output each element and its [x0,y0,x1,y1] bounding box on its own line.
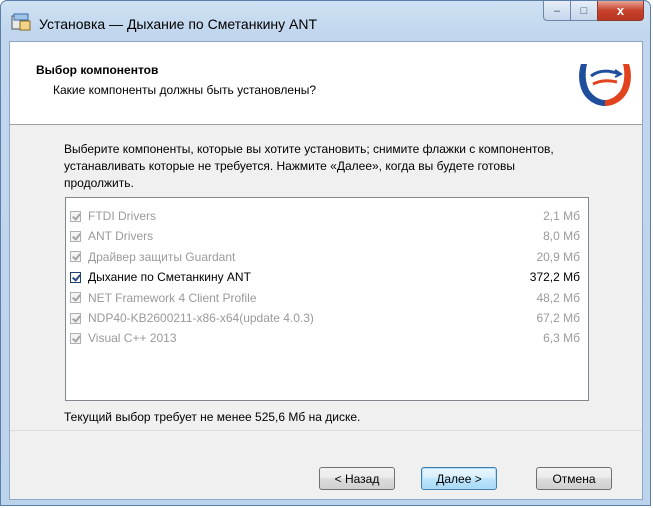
close-button[interactable]: x [597,1,644,21]
minimize-icon: – [553,4,561,17]
button-bar: < Назад Далее > Отмена [10,430,642,500]
component-name: Дыхание по Сметанкину ANT [88,270,251,285]
wizard-header: Выбор компонентов Какие компоненты должн… [10,42,642,125]
component-name: Visual C++ 2013 [88,331,177,346]
title-bar[interactable]: Установка — Дыхание по Сметанкину ANT – … [1,1,650,41]
component-row: Visual C++ 2013 6,3 Мб [70,328,580,348]
component-size: 48,2 Мб [536,290,580,305]
component-size: 8,0 Мб [543,229,580,244]
component-row: NDP40-KB2600211-x86-x64(update 4.0.3) 67,… [70,308,580,328]
window-title: Установка — Дыхание по Сметанкину ANT [39,16,318,32]
page-title: Выбор компонентов [36,63,159,77]
component-row[interactable]: Дыхание по Сметанкину ANT 372,2 Мб [70,267,580,287]
component-checkbox [70,251,81,263]
maximize-button[interactable]: □ [570,1,597,21]
component-size: 20,9 Мб [536,249,580,264]
component-checkbox[interactable] [70,271,81,283]
installer-window: Установка — Дыхание по Сметанкину ANT – … [0,0,651,506]
cancel-button[interactable]: Отмена [536,467,612,490]
component-checkbox [70,230,81,242]
component-row: Драйвер защиты Guardant 20,9 Мб [70,247,580,267]
components-list[interactable]: FTDI Drivers 2,1 Мб ANT Drivers 8,0 Мб Драйв… [65,197,589,401]
component-name: NDP40-KB2600211-x86-x64(update 4.0.3) [88,311,314,325]
wizard-client-area: Выбор компонентов Какие компоненты должн… [9,41,643,500]
component-name: ANT Drivers [88,229,154,244]
component-checkbox [70,210,81,222]
caption-buttons: – □ x [543,1,644,23]
component-name: Драйвер защиты Guardant [88,249,236,264]
component-row: FTDI Drivers 2,1 Мб [70,206,580,226]
instruction-text: Выберите компоненты, которые вы хотите у… [64,142,554,190]
installer-app-icon [11,13,31,31]
component-checkbox [70,312,81,324]
component-size: 2,1 Мб [543,209,580,223]
disk-requirement-text: Текущий выбор требует не менее 525,6 Мб … [64,410,361,424]
maximize-icon: □ [580,4,588,17]
component-name: FTDI Drivers [88,209,156,223]
component-checkbox [70,332,81,344]
back-button[interactable]: < Назад [319,467,395,490]
component-size: 67,2 Мб [536,311,580,325]
minimize-button[interactable]: – [543,1,570,21]
component-size: 372,2 Мб [529,270,580,285]
close-icon: x [616,3,625,18]
component-name: NET Framework 4 Client Profile [88,290,257,305]
hands-logo-icon [579,64,631,106]
component-row: ANT Drivers 8,0 Мб [70,226,580,246]
page-subtitle: Какие компоненты должны быть установлены… [53,83,316,97]
component-row: NET Framework 4 Client Profile 48,2 Мб [70,288,580,308]
component-checkbox [70,292,81,304]
component-size: 6,3 Мб [543,331,580,346]
next-button[interactable]: Далее > [421,467,497,490]
